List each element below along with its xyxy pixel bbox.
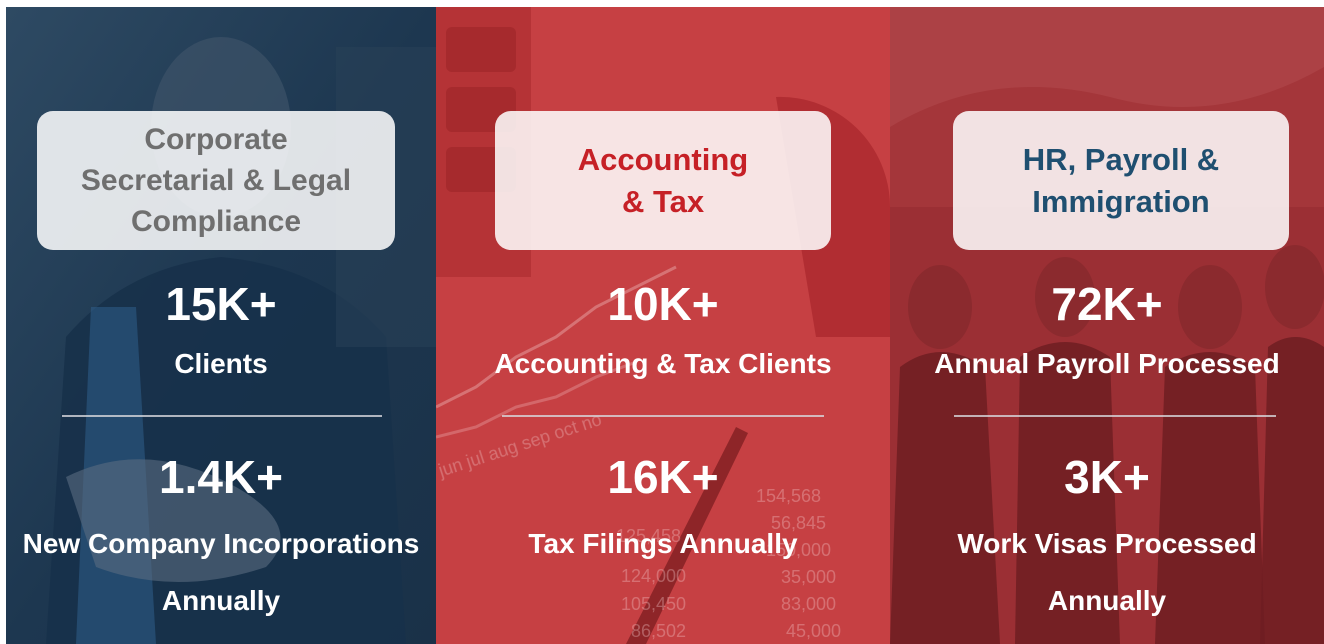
accounting-tax-panel: 154,568 56,845 150,000 35,000 83,000 45,… (436, 7, 890, 644)
stat-value-work-visas: 3K+ (1064, 451, 1150, 503)
stat-value-clients: 15K+ (165, 278, 277, 330)
bg-figure: 86,502 (631, 621, 686, 641)
stat-value-payroll: 72K+ (1051, 278, 1163, 330)
divider (62, 415, 382, 417)
service-title-card: HR, Payroll & Immigration (953, 111, 1289, 250)
stats-section: Corporate Secretarial & Legal Compliance… (6, 7, 1324, 644)
service-title-card: Accounting & Tax (495, 111, 831, 250)
corporate-secretarial-panel: Corporate Secretarial & Legal Compliance… (6, 7, 436, 644)
bg-figure: 105,450 (621, 594, 686, 614)
divider (502, 415, 824, 417)
bg-figure: 83,000 (781, 594, 836, 614)
divider (954, 415, 1276, 417)
hr-payroll-immigration-panel: HR, Payroll & Immigration 72K+ Annual Pa… (890, 7, 1324, 644)
stat-label-clients: Clients (174, 348, 268, 379)
stat-label-tax-filings: Tax Filings Annually (528, 528, 798, 559)
service-title: Accounting & Tax (577, 141, 749, 219)
stat-label-payroll: Annual Payroll Processed (934, 348, 1280, 379)
stat-value-incorporations: 1.4K+ (158, 451, 284, 503)
stat-label-work-visas: Work Visas Processed Annually (957, 528, 1257, 616)
stat-value-tax-filings: 16K+ (607, 451, 719, 503)
service-title-card: Corporate Secretarial & Legal Compliance (37, 111, 395, 250)
stat-label-accounting-clients: Accounting & Tax Clients (494, 348, 832, 379)
service-title: HR, Payroll & Immigration (1022, 141, 1220, 219)
stat-label-incorporations: New Company Incorporations Annually (22, 528, 420, 616)
bg-figure: 45,000 (786, 621, 841, 641)
stat-value-accounting-clients: 10K+ (607, 278, 719, 330)
service-title: Corporate Secretarial & Legal Compliance (80, 123, 352, 238)
